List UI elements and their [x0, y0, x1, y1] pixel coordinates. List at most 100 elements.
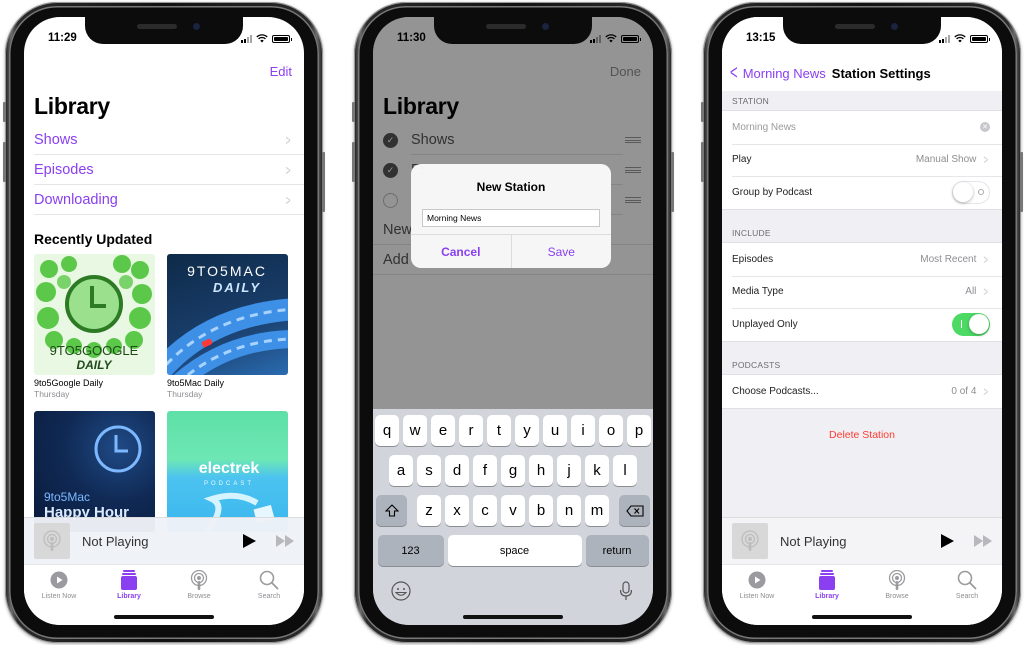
- wifi-icon: [256, 34, 268, 43]
- key-i[interactable]: i: [571, 415, 595, 446]
- fast-forward-icon[interactable]: [276, 535, 294, 547]
- key-a[interactable]: a: [389, 455, 413, 486]
- podcast-title: 9to5Google Daily: [34, 378, 104, 388]
- play-icon[interactable]: [243, 534, 256, 548]
- numbers-key[interactable]: 123: [377, 535, 444, 566]
- library-row-shows[interactable]: Shows >: [34, 125, 304, 155]
- media-type-value: All: [965, 286, 977, 298]
- library-screen: 11:29 Edit Library Shows > Episodes > Do…: [24, 17, 304, 625]
- choose-podcasts-row[interactable]: Choose Podcasts... 0 of 4 >: [722, 375, 1002, 408]
- key-w[interactable]: w: [403, 415, 427, 446]
- svg-text:electrek: electrek: [199, 460, 260, 477]
- now-playing-title: Not Playing: [780, 533, 847, 549]
- key-b[interactable]: b: [529, 495, 553, 526]
- key-l[interactable]: l: [613, 455, 637, 486]
- tab-label: Listen Now: [41, 593, 77, 600]
- group-by-podcast-row: Group by Podcast: [722, 176, 1002, 209]
- battery-icon: [272, 34, 292, 43]
- shift-key[interactable]: [376, 495, 407, 526]
- wifi-icon: [954, 34, 966, 43]
- tab-label: Library: [117, 593, 141, 600]
- station-name-input[interactable]: Morning News: [422, 209, 600, 227]
- key-p[interactable]: p: [627, 415, 651, 446]
- clear-text-icon[interactable]: ✕: [980, 122, 990, 133]
- fast-forward-icon[interactable]: [974, 535, 992, 547]
- phone-library: 11:29 Edit Library Shows > Episodes > Do…: [3, 2, 325, 643]
- tab-label: Browse: [885, 593, 909, 600]
- key-x[interactable]: x: [445, 495, 469, 526]
- svg-text:9to5Mac: 9to5Mac: [44, 490, 90, 504]
- status-time: 11:29: [48, 32, 77, 44]
- group-by-podcast-toggle[interactable]: [952, 180, 990, 204]
- key-c[interactable]: c: [473, 495, 497, 526]
- return-key[interactable]: return: [585, 535, 649, 566]
- home-indicator[interactable]: [463, 615, 563, 619]
- key-d[interactable]: d: [445, 455, 469, 486]
- tab-listen-now[interactable]: Listen Now: [722, 565, 792, 625]
- row-label: Episodes: [34, 161, 94, 178]
- podcast-placeholder-icon: [34, 523, 70, 559]
- podcast-card[interactable]: 9to5Mac Happy Hour: [34, 411, 155, 532]
- signal-icon: [590, 34, 601, 43]
- side-button: [322, 152, 325, 212]
- library-row-episodes[interactable]: Episodes >: [34, 155, 304, 185]
- back-button[interactable]: < Morning News: [728, 62, 826, 85]
- section-header-podcasts: PODCASTS: [732, 360, 781, 370]
- key-y[interactable]: y: [515, 415, 539, 446]
- key-t[interactable]: t: [487, 415, 511, 446]
- tab-search[interactable]: Search: [234, 565, 304, 625]
- podcast-card[interactable]: 9TO5GOOGLE DAILY 9to5Google Daily Thursd…: [34, 254, 155, 399]
- key-q[interactable]: q: [375, 415, 399, 446]
- play-circle-icon: [747, 570, 767, 590]
- edit-button[interactable]: Edit: [270, 64, 292, 79]
- battery-icon: [970, 34, 990, 43]
- choose-podcasts-value: 0 of 4: [951, 385, 977, 397]
- episodes-row[interactable]: Episodes Most Recent >: [722, 243, 1002, 276]
- key-u[interactable]: u: [543, 415, 567, 446]
- key-o[interactable]: o: [599, 415, 623, 446]
- key-z[interactable]: z: [417, 495, 441, 526]
- key-j[interactable]: j: [557, 455, 581, 486]
- section-header-include: INCLUDE: [732, 228, 771, 238]
- play-label: Play: [732, 154, 752, 166]
- key-e[interactable]: e: [431, 415, 455, 446]
- media-type-row[interactable]: Media Type All >: [722, 275, 1002, 309]
- play-row[interactable]: Play Manual Show >: [722, 143, 1002, 177]
- chevron-left-icon: <: [730, 61, 738, 84]
- delete-station-button[interactable]: Delete Station: [722, 429, 1002, 441]
- podcast-card[interactable]: electrek PODCAST: [167, 411, 288, 532]
- save-button[interactable]: Save: [512, 235, 612, 268]
- podcast-card[interactable]: 9TO5MAC DAILY 9to5Mac Daily Thursday: [167, 254, 288, 399]
- tab-listen-now[interactable]: Listen Now: [24, 565, 94, 625]
- emoji-key[interactable]: [391, 581, 411, 606]
- unplayed-only-label: Unplayed Only: [732, 318, 798, 330]
- section-title: Recently Updated: [34, 231, 153, 247]
- row-label: Shows: [34, 131, 78, 148]
- play-icon[interactable]: [941, 534, 954, 548]
- home-indicator[interactable]: [812, 615, 912, 619]
- now-playing-title: Not Playing: [82, 533, 149, 549]
- mini-player[interactable]: Not Playing: [722, 517, 1002, 564]
- key-h[interactable]: h: [529, 455, 553, 486]
- key-g[interactable]: g: [501, 455, 525, 486]
- home-indicator[interactable]: [114, 615, 214, 619]
- cancel-button[interactable]: Cancel: [411, 235, 512, 268]
- delete-key[interactable]: [619, 495, 650, 526]
- unplayed-only-toggle[interactable]: [952, 312, 990, 336]
- key-m[interactable]: m: [585, 495, 609, 526]
- key-r[interactable]: r: [459, 415, 483, 446]
- chevron-right-icon: >: [285, 161, 291, 178]
- key-v[interactable]: v: [501, 495, 525, 526]
- tab-search[interactable]: Search: [932, 565, 1002, 625]
- key-f[interactable]: f: [473, 455, 497, 486]
- key-k[interactable]: k: [585, 455, 609, 486]
- notch: [783, 17, 941, 44]
- key-s[interactable]: s: [417, 455, 441, 486]
- station-name-field[interactable]: Morning News ✕: [722, 111, 1002, 144]
- mini-player[interactable]: Not Playing: [24, 517, 304, 564]
- space-key[interactable]: space: [447, 535, 582, 566]
- key-n[interactable]: n: [557, 495, 581, 526]
- dictation-key[interactable]: [619, 581, 633, 606]
- library-row-downloading[interactable]: Downloading >: [34, 185, 304, 215]
- library-stack-icon: [119, 570, 139, 590]
